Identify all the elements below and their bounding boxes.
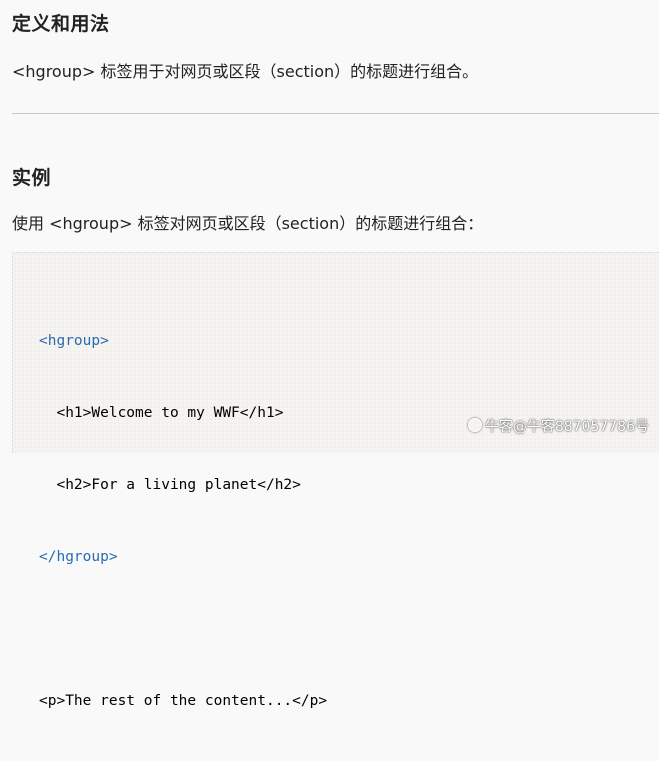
watermark-text: 牛客@牛客887057786号 — [484, 419, 649, 435]
watermark: 牛客@牛客887057786号 — [467, 416, 649, 436]
example-text: 使用 <hgroup> 标签对网页或区段（section）的标题进行组合： — [12, 214, 484, 233]
watermark-logo-icon — [467, 418, 482, 432]
code-block: <hgroup> <h1>Welcome to my WWF</h1> <h2>… — [39, 281, 327, 761]
code-line: <p>The rest of the content...</p> — [39, 693, 328, 709]
example-heading: 实例 — [12, 167, 52, 189]
definition-heading: 定义和用法 — [12, 13, 110, 35]
section-divider — [12, 113, 659, 114]
code-line: </hgroup> — [39, 549, 118, 565]
code-line: <hgroup> — [39, 333, 109, 349]
code-line: <h1>Welcome to my WWF</h1> — [39, 405, 284, 421]
page: 定义和用法 <hgroup> 标签用于对网页或区段（section）的标题进行组… — [0, 0, 659, 709]
definition-text: <hgroup> 标签用于对网页或区段（section）的标题进行组合。 — [12, 62, 479, 81]
code-line: <h2>For a living planet</h2> — [39, 477, 301, 493]
